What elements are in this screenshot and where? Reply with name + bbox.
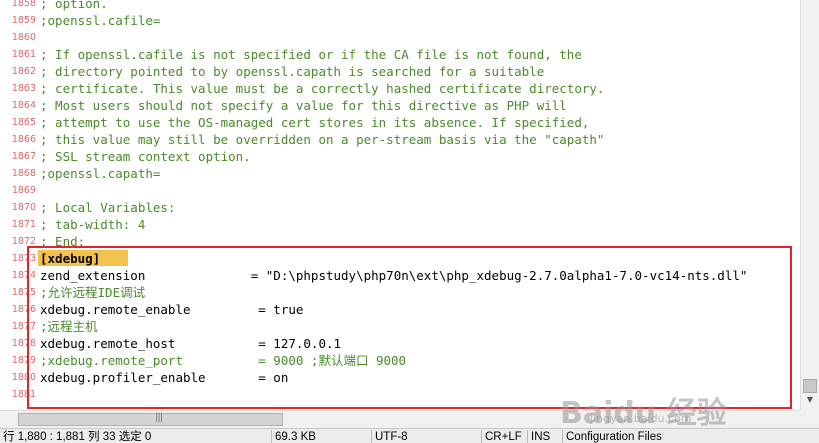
line-number: 1871 bbox=[11, 219, 36, 230]
status-mode[interactable]: INS bbox=[528, 430, 563, 443]
line-number: 1862 bbox=[11, 66, 36, 77]
line-number: 1866 bbox=[11, 134, 36, 145]
comment-text: ;允许远程IDE调试 bbox=[40, 285, 146, 300]
code-editor[interactable]: 1858 ; option. 1859 ;openssl.cafile= 1860 186… bbox=[0, 0, 800, 410]
scrollbar-corner bbox=[800, 410, 819, 428]
line-number: 1879 bbox=[11, 355, 36, 366]
code-line[interactable]: 1876 xdebug.remote_enable = true bbox=[0, 301, 800, 318]
code-text: xdebug.remote_host = 127.0.0.1 bbox=[40, 336, 342, 351]
comment-text: ; End: bbox=[40, 234, 86, 249]
line-number: 1868 bbox=[11, 168, 36, 179]
comment-text: ; tab-width: 4 bbox=[40, 217, 146, 232]
vertical-scrollbar[interactable]: ▼ bbox=[800, 0, 819, 410]
code-line[interactable]: 1869 bbox=[0, 182, 800, 199]
code-line[interactable]: 1864 ; Most users should not specify a va… bbox=[0, 97, 800, 114]
code-line[interactable]: 1879 ;xdebug.remote_port = 9000 ;默认端口 900… bbox=[0, 352, 800, 369]
line-number: 1873 bbox=[11, 253, 36, 264]
code-line[interactable]: 1862 ; directory pointed to by openssl.ca… bbox=[0, 63, 800, 80]
code-text: xdebug.profiler_enable = on bbox=[40, 370, 289, 385]
line-number: 1865 bbox=[11, 117, 36, 128]
status-eol[interactable]: CR+LF bbox=[482, 430, 528, 443]
code-line[interactable]: 1874 zend_extension = "D:\phpstudy\php70n… bbox=[0, 267, 800, 284]
line-number: 1861 bbox=[11, 49, 36, 60]
line-number: 1878 bbox=[11, 338, 36, 349]
comment-text: ; this value may still be overridden on … bbox=[40, 132, 605, 147]
comment-text: ; Most users should not specify a value … bbox=[40, 98, 567, 113]
status-filetype[interactable]: Configuration Files bbox=[563, 430, 819, 443]
status-position: 行 1,880 : 1,881 列 33 选定 0 bbox=[0, 430, 272, 443]
comment-text: ; option. bbox=[40, 0, 108, 11]
code-line[interactable]: 1868 ;openssl.capath= bbox=[0, 165, 800, 182]
line-number: 1870 bbox=[11, 202, 36, 213]
horizontal-scrollbar[interactable] bbox=[0, 410, 800, 429]
comment-text: ; Local Variables: bbox=[40, 200, 176, 215]
code-line[interactable]: 1861 ; If openssl.cafile is not specified… bbox=[0, 46, 800, 63]
code-line[interactable]: 1863 ; certificate. This value must be a … bbox=[0, 80, 800, 97]
line-number: 1876 bbox=[11, 304, 36, 315]
code-line[interactable]: 1875 ;允许远程IDE调试 bbox=[0, 284, 800, 301]
vertical-scroll-thumb[interactable] bbox=[803, 379, 817, 393]
section-header: [xdebug] bbox=[40, 251, 101, 266]
line-number: 1858 bbox=[11, 0, 36, 9]
code-line[interactable]: 1880 xdebug.profiler_enable = on bbox=[0, 369, 800, 386]
horizontal-scroll-thumb[interactable] bbox=[18, 413, 283, 426]
code-line[interactable]: 1881 bbox=[0, 386, 800, 403]
code-line[interactable]: 1873 [xdebug] bbox=[0, 250, 800, 267]
comment-text: ; directory pointed to by openssl.capath… bbox=[40, 64, 545, 79]
status-filesize: 69.3 KB bbox=[272, 430, 372, 443]
scroll-down-arrow-icon[interactable]: ▼ bbox=[803, 395, 817, 407]
comment-text: ;远程主机 bbox=[40, 319, 98, 334]
line-number: 1859 bbox=[11, 15, 36, 26]
code-line[interactable]: 1872 ; End: bbox=[0, 233, 800, 250]
line-number: 1872 bbox=[11, 236, 36, 247]
comment-text: ;openssl.capath= bbox=[40, 166, 161, 181]
code-text: zend_extension = "D:\phpstudy\php70n\ext… bbox=[40, 268, 748, 283]
comment-text: ; attempt to use the OS-managed cert sto… bbox=[40, 115, 590, 130]
code-line[interactable]: 1859 ;openssl.cafile= bbox=[0, 12, 800, 29]
code-line[interactable]: 1866 ; this value may still be overridden… bbox=[0, 131, 800, 148]
status-encoding[interactable]: UTF-8 bbox=[372, 430, 482, 443]
code-line[interactable]: 1860 bbox=[0, 29, 800, 46]
status-bar: 行 1,880 : 1,881 列 33 选定 0 69.3 KB UTF-8 … bbox=[0, 428, 819, 443]
line-number: 1877 bbox=[11, 321, 36, 332]
code-line[interactable]: 1858 ; option. bbox=[0, 0, 800, 12]
code-line[interactable]: 1878 xdebug.remote_host = 127.0.0.1 bbox=[0, 335, 800, 352]
code-line[interactable]: 1877 ;远程主机 bbox=[0, 318, 800, 335]
comment-text: ; SSL stream context option. bbox=[40, 149, 251, 164]
line-number: 1869 bbox=[11, 185, 36, 196]
comment-text: ;xdebug.remote_port = 9000 ;默认端口 9000 bbox=[40, 353, 407, 368]
line-number: 1863 bbox=[11, 83, 36, 94]
line-number: 1881 bbox=[11, 389, 36, 400]
line-number: 1875 bbox=[11, 287, 36, 298]
line-number: 1867 bbox=[11, 151, 36, 162]
code-line[interactable]: 1871 ; tab-width: 4 bbox=[0, 216, 800, 233]
code-line[interactable]: 1867 ; SSL stream context option. bbox=[0, 148, 800, 165]
code-line[interactable]: 1870 ; Local Variables: bbox=[0, 199, 800, 216]
line-number: 1880 bbox=[11, 372, 36, 383]
scroll-grip-icon: ||| bbox=[155, 412, 163, 423]
comment-text: ;openssl.cafile= bbox=[40, 13, 161, 28]
code-text: xdebug.remote_enable = true bbox=[40, 302, 304, 317]
comment-text: ; If openssl.cafile is not specified or … bbox=[40, 47, 582, 62]
line-number: 1864 bbox=[11, 100, 36, 111]
code-line[interactable]: 1865 ; attempt to use the OS-managed cert… bbox=[0, 114, 800, 131]
line-number: 1860 bbox=[11, 32, 36, 43]
line-number: 1874 bbox=[11, 270, 36, 281]
comment-text: ; certificate. This value must be a corr… bbox=[40, 81, 605, 96]
